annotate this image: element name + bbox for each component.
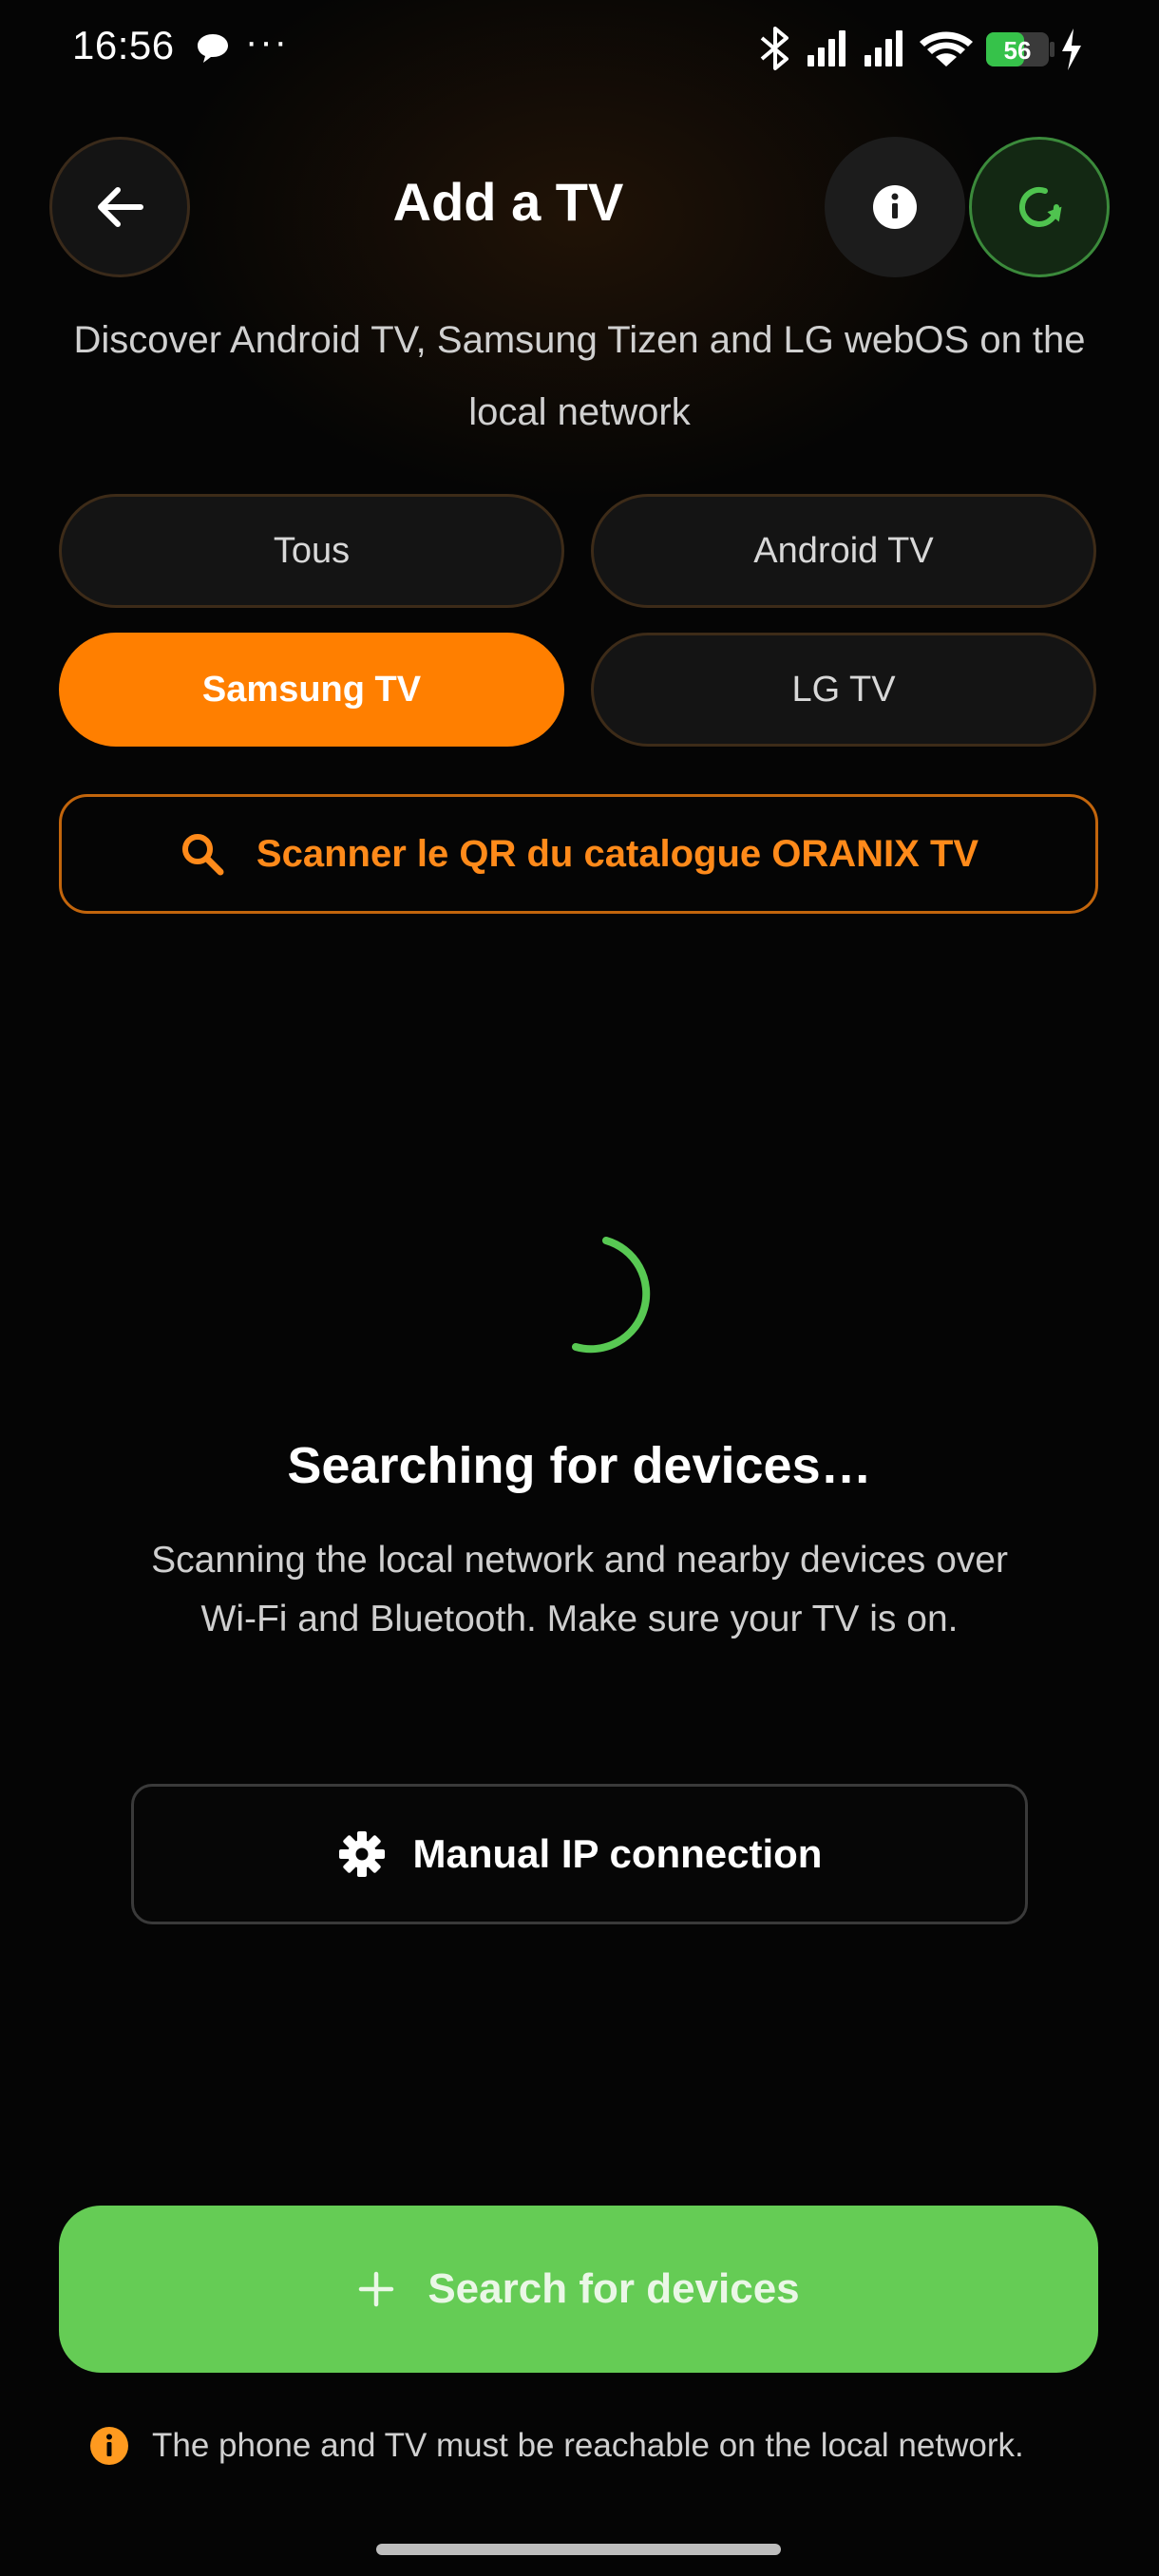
status-time: 16:56 (72, 23, 175, 67)
footer-note: The phone and TV must be reachable on th… (89, 2422, 1096, 2470)
search-devices-button[interactable]: Search for devices (59, 2206, 1098, 2373)
status-icons: 56 (758, 21, 1091, 78)
battery-level: 56 (1004, 36, 1032, 65)
searching-title: Searching for devices… (287, 1437, 872, 1494)
gear-icon (338, 1831, 385, 1877)
status-overflow-dots: ··· (245, 21, 289, 63)
home-indicator[interactable] (376, 2544, 781, 2555)
info-button[interactable] (825, 137, 965, 277)
refresh-button[interactable] (969, 137, 1110, 277)
scan-qr-button[interactable]: Scanner le QR du catalogue ORANIX TV (59, 794, 1098, 914)
signal-icon-2 (864, 30, 902, 66)
filter-chip-samsung-tv[interactable]: Samsung TV (59, 633, 564, 747)
wifi-icon (920, 31, 973, 66)
filter-chip-android-tv[interactable]: Android TV (591, 494, 1096, 608)
filter-chip-all[interactable]: Tous (59, 494, 564, 608)
manual-ip-label: Manual IP connection (412, 1831, 823, 1876)
search-devices-label: Search for devices (428, 2265, 800, 2312)
footer-note-text: The phone and TV must be reachable on th… (152, 2427, 1024, 2464)
refresh-icon (1019, 186, 1062, 227)
search-icon (181, 834, 224, 876)
bluetooth-icon (760, 27, 788, 70)
arrow-left-icon (98, 187, 143, 227)
charging-icon (1062, 28, 1081, 70)
page-subtitle: Discover Android TV, Samsung Tizen and L… (73, 319, 1086, 433)
info-icon (90, 2427, 128, 2465)
filter-chip-lg-tv[interactable]: LG TV (591, 633, 1096, 747)
signal-icon (808, 30, 846, 66)
back-button[interactable] (49, 137, 190, 277)
page-title: Add a TV (392, 172, 624, 232)
battery-icon: 56 (986, 32, 1054, 66)
chat-bubble-icon (196, 32, 230, 69)
plus-icon (359, 2271, 394, 2307)
scan-qr-label: Scanner le QR du catalogue ORANIX TV (256, 832, 979, 875)
searching-description: Scanning the local network and nearby de… (151, 1540, 1008, 1639)
loading-spinner (532, 1233, 656, 1356)
manual-ip-button[interactable]: Manual IP connection (131, 1784, 1028, 1924)
info-icon (873, 185, 917, 229)
